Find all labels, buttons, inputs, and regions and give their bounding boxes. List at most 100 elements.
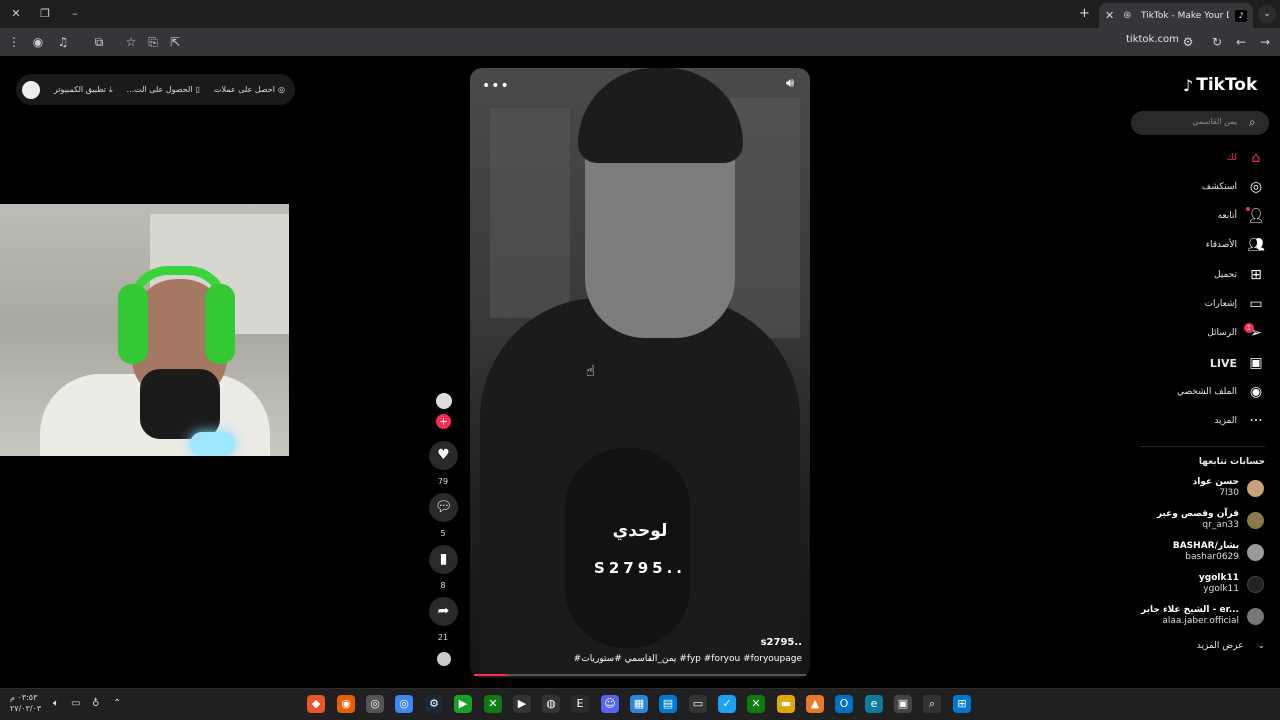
following-account[interactable]: قرآن وقصص وعبر qr_an33 xyxy=(1140,509,1265,535)
nav-explore-label: استكشف xyxy=(1201,182,1237,192)
windows-start-icon[interactable]: ⊞ xyxy=(953,695,971,713)
site-settings-icon[interactable]: ⚙ xyxy=(1180,34,1196,50)
minimize-window-icon[interactable]: – xyxy=(67,6,83,22)
close-window-icon[interactable]: ✕ xyxy=(8,6,24,22)
mic-tray-icon[interactable]: ♁ xyxy=(92,698,99,709)
profile-avatar-icon[interactable]: ◉ xyxy=(30,34,46,50)
get-app-label: الحصول على الت... xyxy=(126,85,193,94)
tiktok-logo[interactable]: ♪ TikTok xyxy=(1183,75,1257,95)
more-icon: ··· xyxy=(1249,413,1263,429)
share-button[interactable]: ➦ xyxy=(429,597,458,626)
video-author-name[interactable]: s2795.. xyxy=(740,637,802,648)
back-icon[interactable]: → xyxy=(1257,34,1273,50)
search-icon[interactable]: ⌕ xyxy=(1249,115,1256,130)
webcam-headset-left xyxy=(118,284,148,364)
photos-icon[interactable]: ▦ xyxy=(630,695,648,713)
menu-kebab-icon[interactable]: ⋮ xyxy=(6,34,22,50)
following-account[interactable]: BASHAR/بشار bashar0629 xyxy=(1140,541,1265,567)
nav-upload[interactable]: تحميل ⊞ xyxy=(1140,265,1265,285)
notepad-icon[interactable]: ▭ xyxy=(689,695,707,713)
install-app-icon[interactable]: ⇱ xyxy=(167,34,183,50)
browser-tab[interactable]: ✕ ⊛ TikTok - Make Your Day ♪ xyxy=(1099,3,1253,28)
video-hashtags[interactable]: #يمن_القاسمي #ستوريات #fyp #foryou #fory… xyxy=(560,654,802,664)
account-handle: alaa.jaber.official xyxy=(1162,616,1239,626)
like-button[interactable]: ♥ xyxy=(429,441,458,470)
nav-friends[interactable]: الأصدقاء 👥︎ xyxy=(1140,235,1265,255)
nav-for-you[interactable]: لك ⌂ xyxy=(1140,148,1265,168)
nav-explore[interactable]: استكشف ◎ xyxy=(1140,177,1265,197)
get-coins-label: احصل على عملات xyxy=(213,85,276,94)
xbox-app-icon[interactable]: ✕ xyxy=(484,695,502,713)
video-progress-fill xyxy=(474,674,507,676)
twitter-icon[interactable]: ✓ xyxy=(718,695,736,713)
file-explorer-icon[interactable]: ▬ xyxy=(777,695,795,713)
reload-icon[interactable]: ↻ xyxy=(1209,34,1225,50)
new-tab-button[interactable]: + xyxy=(1079,6,1090,21)
epic-games-icon[interactable]: E xyxy=(571,695,589,713)
outlook-icon[interactable]: O xyxy=(835,695,853,713)
desktop-app-button[interactable]: ⤓ تطبيق الكمبيوتر xyxy=(54,85,113,95)
brave-browser-icon[interactable]: ◆ xyxy=(307,695,325,713)
media-player-icon[interactable]: ▶ xyxy=(513,695,531,713)
discord-icon[interactable]: ☺ xyxy=(601,695,619,713)
see-more-button[interactable]: عرض المزيد ⌄ xyxy=(1140,641,1265,651)
get-coins-button[interactable]: ◎ احصل على عملات xyxy=(214,85,285,94)
nav-profile[interactable]: الملف الشخصي ◉ xyxy=(1140,382,1265,402)
follow-plus-icon[interactable]: + xyxy=(436,414,451,429)
steam-icon[interactable]: ⚙ xyxy=(425,695,443,713)
firefox-icon[interactable]: ◉ xyxy=(337,695,355,713)
nav-more-label: المزيد xyxy=(1214,416,1237,426)
music-disc-icon[interactable] xyxy=(437,652,451,666)
creator-avatar[interactable] xyxy=(436,393,452,409)
edge-icon[interactable]: e xyxy=(865,695,883,713)
video-progress-track[interactable] xyxy=(474,674,806,676)
account-avatar xyxy=(1247,576,1264,593)
media-control-icon[interactable]: ♫ xyxy=(55,34,71,50)
address-bar-url[interactable]: tiktok.com xyxy=(1126,34,1179,45)
task-view-icon[interactable]: ▣ xyxy=(894,695,912,713)
bookmark-star-icon[interactable]: ☆ xyxy=(123,34,139,50)
video-player[interactable] xyxy=(470,68,810,678)
store-icon[interactable]: ▤ xyxy=(659,695,677,713)
chrome-canary-icon[interactable]: ◎ xyxy=(366,695,384,713)
game-launcher-icon[interactable]: ▶ xyxy=(454,695,472,713)
account-handle: bashar0629 xyxy=(1185,552,1239,562)
get-app-button[interactable]: ▯ الحصول على الت... xyxy=(127,85,200,94)
nav-more[interactable]: المزيد ··· xyxy=(1140,411,1265,431)
chrome-icon[interactable]: ◎ xyxy=(395,695,413,713)
video-more-options-icon[interactable]: ••• xyxy=(482,78,510,94)
nav-notifications[interactable]: إشعارات ▭ xyxy=(1140,294,1265,314)
xbox-icon[interactable]: ✕ xyxy=(747,695,765,713)
account-avatar xyxy=(1247,608,1264,625)
vlc-icon[interactable]: ▲ xyxy=(806,695,824,713)
bookmark-icon: ▮ xyxy=(439,551,448,567)
account-name: BASHAR/بشار xyxy=(1172,541,1239,551)
tray-overflow-icon[interactable]: ⌃ xyxy=(113,698,121,709)
top-actions-bar: ◎ احصل على عملات ▯ الحصول على الت... ⤓ تطبي… xyxy=(16,74,295,105)
nav-for-you-label: لك xyxy=(1226,153,1237,163)
save-button[interactable]: ▮ xyxy=(429,545,458,574)
following-account[interactable]: الشيخ علاء جابر - er... alaa.jaber.offic… xyxy=(1140,605,1265,631)
search-taskbar-icon[interactable]: ⌕ xyxy=(923,695,941,713)
taskbar-clock[interactable]: ٠٣:٥٣ م ٢٧/٠٣/٠٣ xyxy=(10,692,41,714)
following-account[interactable]: ygolk11 ygolk11 xyxy=(1140,573,1265,599)
obs-icon[interactable]: ◍ xyxy=(542,695,560,713)
network-tray-icon[interactable]: ▭ xyxy=(71,698,80,709)
video-caption-main: لوحدي xyxy=(612,521,668,541)
nav-following-label: أتابعه xyxy=(1217,211,1237,221)
nav-live[interactable]: LIVE ▣ xyxy=(1140,353,1265,373)
volume-icon[interactable]: 🔊︎ xyxy=(786,76,794,91)
following-account[interactable]: حسن عواد 7l30 xyxy=(1140,477,1265,503)
restore-window-icon[interactable]: ❐ xyxy=(37,6,53,22)
account-name: ygolk11 xyxy=(1198,573,1239,583)
user-avatar[interactable] xyxy=(22,81,40,99)
tab-search-button[interactable]: ⌄ xyxy=(1258,5,1276,23)
close-tab-icon[interactable]: ✕ xyxy=(1105,9,1117,22)
translate-icon[interactable]: ⎘ xyxy=(145,34,161,50)
tiktok-favicon-icon: ♪ xyxy=(1235,9,1247,22)
account-name: الشيخ علاء جابر - er... xyxy=(1140,605,1239,615)
comment-button[interactable]: 💬︎ xyxy=(429,493,458,522)
forward-icon[interactable]: ← xyxy=(1233,34,1249,50)
extensions-icon[interactable]: ⧉ xyxy=(91,34,107,50)
speaker-tray-icon[interactable]: 🔈︎ xyxy=(53,698,59,709)
